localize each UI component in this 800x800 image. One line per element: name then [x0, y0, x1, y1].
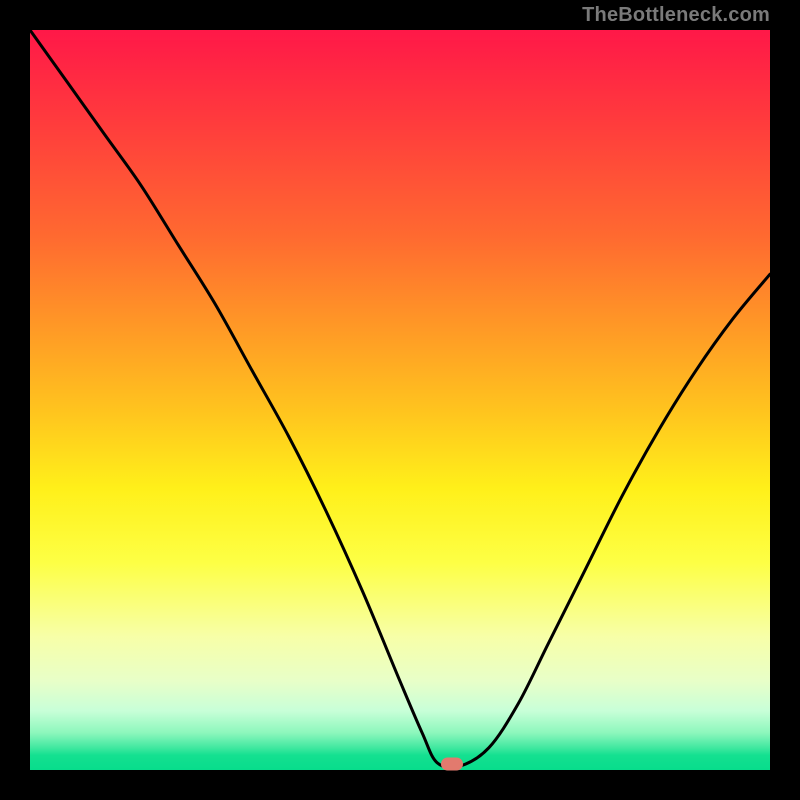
plot-area [30, 30, 770, 770]
watermark-text: TheBottleneck.com [582, 4, 770, 27]
chart-frame: TheBottleneck.com [0, 0, 800, 800]
bottleneck-curve [30, 30, 770, 770]
optimal-point-marker [441, 758, 463, 771]
